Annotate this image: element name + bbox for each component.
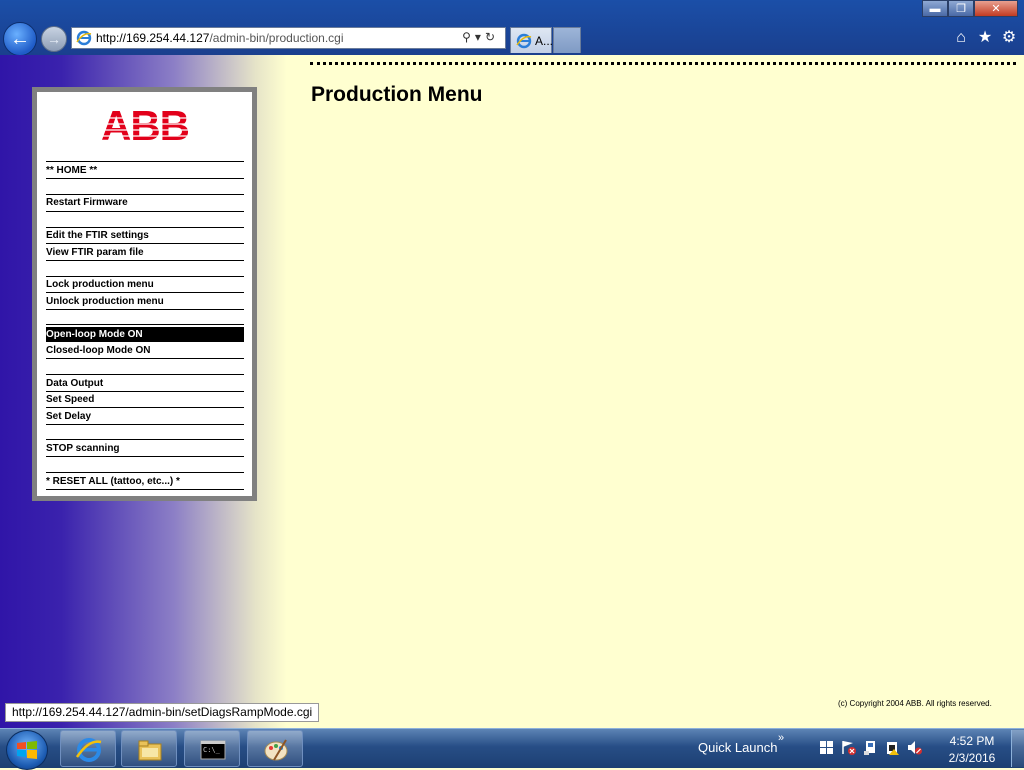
- page-title: Production Menu: [311, 83, 483, 106]
- window-controls: ▬ ❐ ✕: [922, 0, 1018, 18]
- forward-button[interactable]: →: [41, 26, 67, 52]
- address-path: /admin-bin/production.cgi: [209, 31, 344, 45]
- command-prompt-icon: C:\_: [200, 740, 226, 760]
- address-url: http://169.254.44.127/admin-bin/producti…: [96, 31, 344, 45]
- menu-item-restart-firmware[interactable]: Restart Firmware: [46, 195, 244, 210]
- production-menu-panel: ABB ** HOME ** Restart Firmware Edit the…: [32, 87, 257, 501]
- network-icon[interactable]: [862, 739, 879, 756]
- menu-item-data-output[interactable]: Data Output: [46, 376, 244, 391]
- taskbar-ie-button[interactable]: [60, 730, 116, 767]
- menu-divider: [46, 260, 244, 261]
- minimize-icon: ▬: [929, 2, 941, 15]
- dropdown-icon[interactable]: ▾: [475, 30, 485, 44]
- menu-divider: [46, 407, 244, 408]
- menu-item-view-ftir-param[interactable]: View FTIR param file: [46, 245, 244, 260]
- menu-divider: [46, 424, 244, 425]
- menu-item-edit-ftir-settings[interactable]: Edit the FTIR settings: [46, 228, 244, 243]
- windows-logo-icon: [17, 741, 37, 759]
- menu-divider: [46, 178, 244, 179]
- menu-divider: [46, 292, 244, 293]
- search-icon[interactable]: ⚲: [462, 30, 475, 44]
- ie-logo-icon: [516, 33, 532, 49]
- menu-divider: [46, 374, 244, 375]
- menu-divider: [46, 161, 244, 162]
- ie-logo-icon: [75, 738, 102, 762]
- copyright-text: (c) Copyright 2004 ABB. All rights reser…: [838, 699, 992, 708]
- menu-divider: [46, 456, 244, 457]
- start-button[interactable]: [6, 730, 48, 770]
- title-divider: [310, 62, 1016, 65]
- svg-text:C:\_: C:\_: [203, 746, 221, 754]
- back-button[interactable]: ←: [3, 22, 37, 56]
- new-tab-button[interactable]: [553, 27, 581, 53]
- menu-divider: [46, 439, 244, 440]
- menu-divider: [46, 472, 244, 473]
- windows-flag-icon[interactable]: [818, 739, 835, 756]
- menu-item-closed-loop-on[interactable]: Closed-loop Mode ON: [46, 343, 244, 358]
- clock-time: 4:52 PM: [949, 734, 995, 748]
- taskbar-cmd-button[interactable]: C:\_: [184, 730, 240, 767]
- paint-palette-icon: [264, 739, 288, 761]
- favorites-star-icon[interactable]: ★: [976, 29, 994, 47]
- page-content: ABB ** HOME ** Restart Firmware Edit the…: [0, 55, 1024, 728]
- menu-divider: [46, 358, 244, 359]
- gear-icon[interactable]: ⚙: [1000, 29, 1018, 47]
- menu-divider: [46, 324, 244, 325]
- address-host: http://169.254.44.127: [96, 31, 210, 45]
- menu-divider: [46, 211, 244, 212]
- tab-label: A...: [535, 34, 554, 48]
- chevron-right-icon[interactable]: »: [778, 732, 784, 744]
- menu-item-stop-scanning[interactable]: STOP scanning: [46, 441, 244, 456]
- address-controls: ⚲▾↻: [462, 30, 499, 44]
- restore-icon: ❐: [956, 3, 966, 15]
- close-button[interactable]: ✕: [974, 0, 1018, 17]
- power-warning-icon[interactable]: [884, 739, 901, 756]
- refresh-icon[interactable]: ↻: [485, 30, 499, 44]
- menu-item-home[interactable]: ** HOME **: [46, 163, 244, 178]
- arrow-left-icon: ←: [10, 27, 30, 50]
- menu-divider: [46, 243, 244, 244]
- system-tray: [818, 739, 923, 756]
- address-bar[interactable]: http://169.254.44.127/admin-bin/producti…: [71, 27, 506, 49]
- status-bar-url: http://169.254.44.127/admin-bin/setDiags…: [5, 703, 320, 722]
- ie-logo-icon: [76, 30, 92, 46]
- menu-inner: ABB ** HOME ** Restart Firmware Edit the…: [37, 92, 252, 496]
- menu-item-lock-production[interactable]: Lock production menu: [46, 277, 244, 292]
- menu-item-unlock-production[interactable]: Unlock production menu: [46, 294, 244, 309]
- menu-item-open-loop-on[interactable]: Open-loop Mode ON: [46, 327, 244, 342]
- taskbar-explorer-button[interactable]: [121, 730, 177, 767]
- menu-divider: [46, 489, 244, 490]
- menu-item-set-delay[interactable]: Set Delay: [46, 409, 244, 424]
- volume-muted-icon[interactable]: [906, 739, 923, 756]
- close-icon: ✕: [991, 3, 1001, 15]
- browser-tab[interactable]: A...: [510, 27, 554, 53]
- arrow-right-icon: →: [47, 31, 61, 47]
- taskbar: C:\_ Quick Launch » 4:52 PM 2/3/2016: [0, 728, 1024, 770]
- taskbar-paint-button[interactable]: [247, 730, 303, 767]
- action-center-icon[interactable]: [840, 739, 857, 756]
- restore-button[interactable]: ❐: [948, 0, 974, 17]
- home-icon[interactable]: ⌂: [952, 29, 970, 47]
- show-desktop-button[interactable]: [1011, 730, 1024, 767]
- clock-date: 2/3/2016: [948, 751, 996, 765]
- taskbar-clock[interactable]: 4:52 PM 2/3/2016: [940, 733, 1004, 767]
- minimize-button[interactable]: ▬: [922, 0, 948, 17]
- abb-logo: ABB: [97, 104, 193, 144]
- folder-icon: [138, 740, 162, 761]
- menu-item-set-speed[interactable]: Set Speed: [46, 392, 244, 407]
- menu-divider: [46, 309, 244, 310]
- browser-toolbar: ← → http://169.254.44.127/admin-bin/prod…: [0, 0, 1024, 56]
- browser-tools: ⌂ ★ ⚙: [952, 29, 1018, 47]
- menu-item-reset-all[interactable]: * RESET ALL (tattoo, etc...) *: [46, 474, 244, 489]
- quick-launch-label[interactable]: Quick Launch: [698, 740, 778, 755]
